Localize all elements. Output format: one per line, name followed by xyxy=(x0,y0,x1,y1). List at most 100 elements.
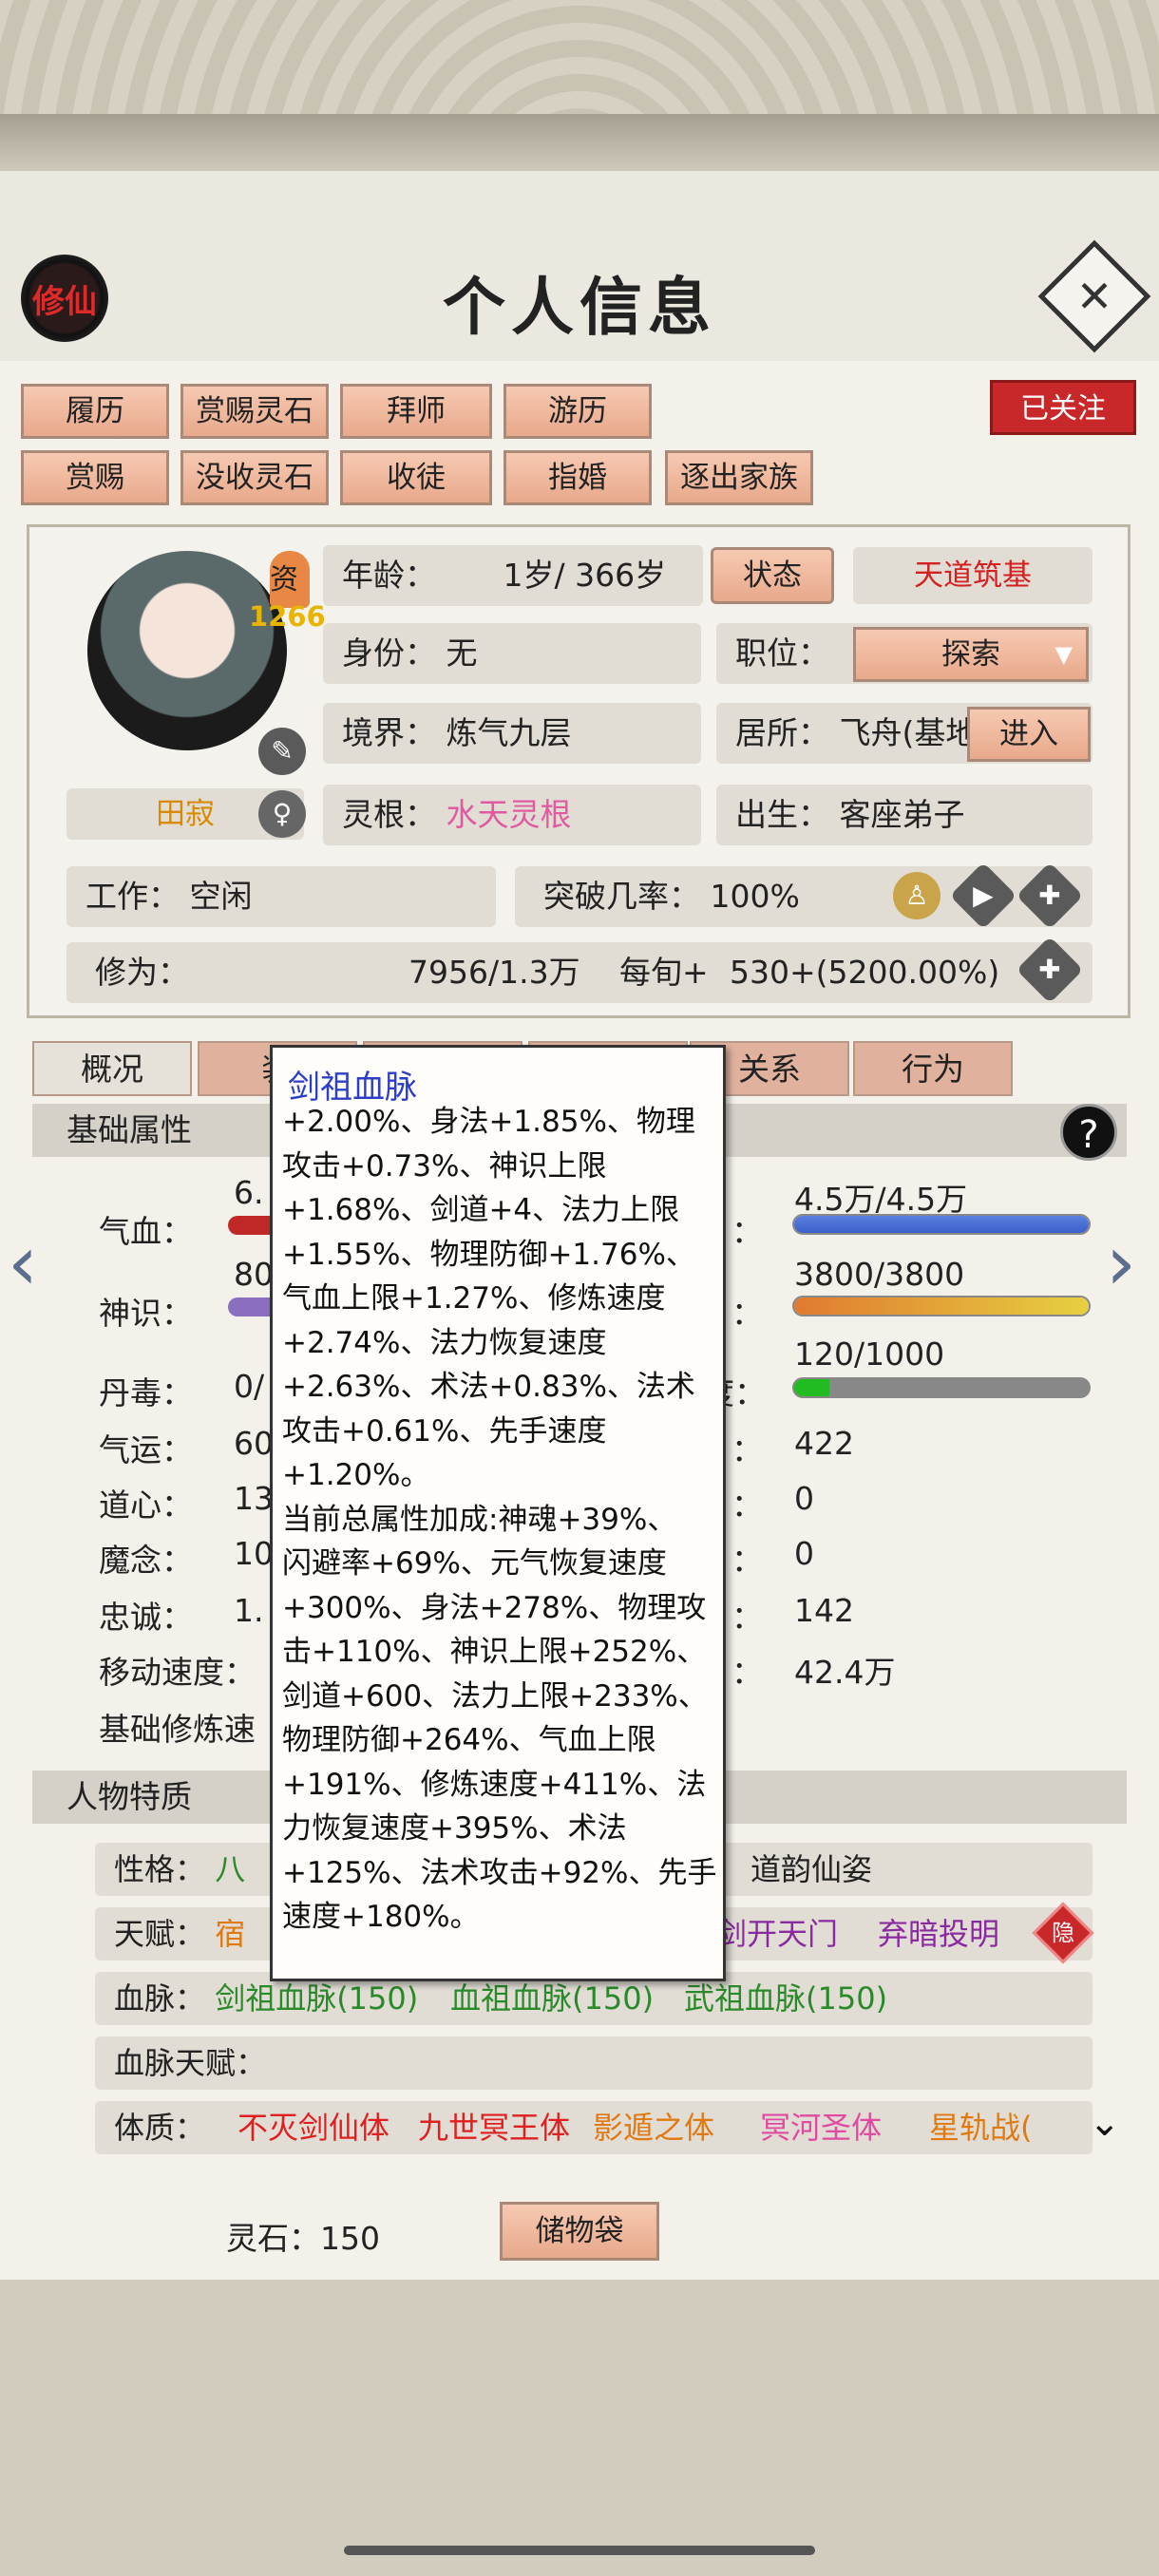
stat-value: 42.4万 xyxy=(794,1654,896,1691)
stat-suffix: ： xyxy=(732,1295,763,1332)
talent-b: 弃暗投明 xyxy=(878,1916,1000,1952)
bloodline-talent-row: 血脉天赋： xyxy=(95,2036,1092,2090)
realm-field: 境界： 炼气九层 xyxy=(323,703,701,764)
confiscate-stone-button[interactable]: 没收灵石 xyxy=(180,450,329,505)
identity-value: 无 xyxy=(446,635,478,672)
hidden-badge-label: 隐 xyxy=(1052,1920,1074,1946)
physique-label: 体质： xyxy=(114,2110,206,2146)
stat-value: 10 xyxy=(234,1535,274,1572)
physique-item[interactable]: 冥河圣体 xyxy=(760,2101,882,2154)
stat-label: 基础修炼速 xyxy=(99,1711,256,1748)
aptitude-value: 1266 xyxy=(249,600,326,633)
birth-value: 客座弟子 xyxy=(839,796,965,833)
stat-value: 422 xyxy=(794,1425,854,1462)
reward-stone-button[interactable]: 赏赐灵石 xyxy=(180,384,329,439)
history-button[interactable]: 履历 xyxy=(21,384,169,439)
age-label: 年龄： xyxy=(342,557,436,594)
apprentice-button[interactable]: 拜师 xyxy=(340,384,492,439)
mana-value: 3800/3800 xyxy=(794,1256,965,1293)
position-value: 探索 xyxy=(941,637,1000,672)
stat-value: 0/ xyxy=(234,1368,265,1405)
stat-value: 13 xyxy=(234,1480,274,1517)
take-disciple-button[interactable]: 收徒 xyxy=(340,450,492,505)
work-field: 工作： 空闲 xyxy=(66,866,496,927)
root-field: 灵根： 水天灵根 xyxy=(323,785,701,845)
tooltip-body: +2.00%、身法+1.85%、物理 攻击+0.73%、神识上限 +1.68%、… xyxy=(282,1105,717,1934)
stat-suffix: ： xyxy=(732,1654,763,1691)
follow-badge[interactable]: 已关注 xyxy=(990,380,1136,435)
stat-label: 移动速度： xyxy=(99,1654,256,1691)
tab-behavior[interactable]: 行为 xyxy=(853,1041,1013,1096)
breakthrough-figure-icon[interactable]: ♙ xyxy=(893,872,940,919)
status-value: 天道筑基 xyxy=(853,547,1092,604)
stat-value: 1. xyxy=(234,1592,264,1629)
residence-label: 居所： xyxy=(735,714,829,751)
personality-label: 性格： xyxy=(114,1851,206,1887)
prev-arrow-icon[interactable]: ‹ xyxy=(8,1225,46,1301)
residence-value: 飞舟(基地 xyxy=(839,714,978,751)
tab-overview[interactable]: 概况 xyxy=(32,1041,192,1096)
help-icon[interactable]: ? xyxy=(1060,1104,1117,1161)
home-indicator[interactable] xyxy=(344,2546,815,2555)
per-turn-value: 530+(5200.00%) xyxy=(730,954,1000,991)
bloodline-item[interactable]: 剑祖血脉(150) xyxy=(215,1980,418,2017)
realm-value: 炼气九层 xyxy=(446,714,572,751)
work-label: 工作： xyxy=(86,878,180,915)
root-label: 灵根： xyxy=(342,796,436,833)
stat-value: 0 xyxy=(794,1480,814,1517)
status-button[interactable]: 状态 xyxy=(711,547,834,604)
storage-bag-button[interactable]: 储物袋 xyxy=(500,2202,659,2261)
reward-button[interactable]: 赏赐 xyxy=(21,450,169,505)
cultivation-field: 修为： 7956/1.3万 每旬+ 530+(5200.00%) xyxy=(66,942,1092,1003)
cultivation-value: 7956/1.3万 xyxy=(408,954,580,991)
travel-button[interactable]: 游历 xyxy=(504,384,652,439)
hp-value: 4.5万/4.5万 xyxy=(794,1181,968,1218)
personality-value: 八 xyxy=(215,1851,246,1887)
pen-icon[interactable]: ✎ xyxy=(258,728,306,775)
per-turn-label: 每旬+ xyxy=(619,954,709,991)
marriage-button[interactable]: 指婚 xyxy=(504,450,652,505)
stat-value: 6. xyxy=(234,1174,264,1211)
breakthrough-value: 100% xyxy=(710,878,800,915)
cultivation-label: 修为： xyxy=(95,954,189,991)
age-value: 1岁/ 366岁 xyxy=(503,557,667,594)
stat-suffix: ： xyxy=(732,1542,763,1579)
root-value: 水天灵根 xyxy=(446,796,572,833)
female-icon: ♀ xyxy=(258,790,306,838)
mana-progress-bar xyxy=(792,1296,1091,1316)
bloodline-tooltip: 剑祖血脉 +2.00%、身法+1.85%、物理 攻击+0.73%、神识上限 +1… xyxy=(270,1045,726,1981)
bloodline-label: 血脉： xyxy=(114,1980,206,2017)
age-field: 年龄： 1岁/ 366岁 xyxy=(323,545,703,606)
talent-value: 宿 xyxy=(215,1916,246,1952)
work-value: 空闲 xyxy=(189,878,253,915)
dropdown-arrow-icon: ▼ xyxy=(1054,641,1073,668)
expand-chevron-icon[interactable]: ⌄ xyxy=(1089,2101,1146,2149)
physique-row: 体质： 不灭剑仙体 九世冥王体 影遁之体 冥河圣体 星轨战( xyxy=(95,2101,1092,2154)
physique-item[interactable]: 九世冥王体 xyxy=(418,2101,570,2154)
hp-bar xyxy=(228,1216,270,1235)
identity-field: 身份： 无 xyxy=(323,623,701,684)
logo-text: 修仙 xyxy=(32,282,97,321)
enter-button[interactable]: 进入 xyxy=(967,707,1091,762)
expel-button[interactable]: 逐出家族 xyxy=(665,450,813,505)
physique-item[interactable]: 影遁之体 xyxy=(593,2101,714,2154)
next-arrow-icon[interactable]: › xyxy=(1106,1225,1144,1301)
stat-suffix: ： xyxy=(732,1487,763,1524)
hp-progress-bar xyxy=(792,1214,1091,1235)
stat-value: 0 xyxy=(794,1535,814,1572)
speed-value: 120/1000 xyxy=(794,1335,945,1373)
physique-item[interactable]: 不灭剑仙体 xyxy=(238,2101,390,2154)
personality-extra: 道韵仙姿 xyxy=(750,1851,873,1887)
stat-value: 142 xyxy=(794,1592,854,1629)
stat-label: 魔念： xyxy=(99,1542,193,1579)
page-title: 个人信息 xyxy=(443,270,716,344)
stat-label: 忠诚： xyxy=(99,1599,193,1636)
physique-item[interactable]: 星轨战( xyxy=(929,2101,1033,2154)
stat-suffix: ： xyxy=(732,1431,763,1468)
stat-suffix: ： xyxy=(732,1213,763,1250)
spirit-stone-value: 150 xyxy=(320,2220,380,2257)
game-logo: 修仙 xyxy=(21,255,108,342)
birth-label: 出生： xyxy=(735,796,829,833)
position-label: 职位： xyxy=(735,635,829,672)
position-dropdown[interactable]: 探索 ▼ xyxy=(853,627,1089,682)
